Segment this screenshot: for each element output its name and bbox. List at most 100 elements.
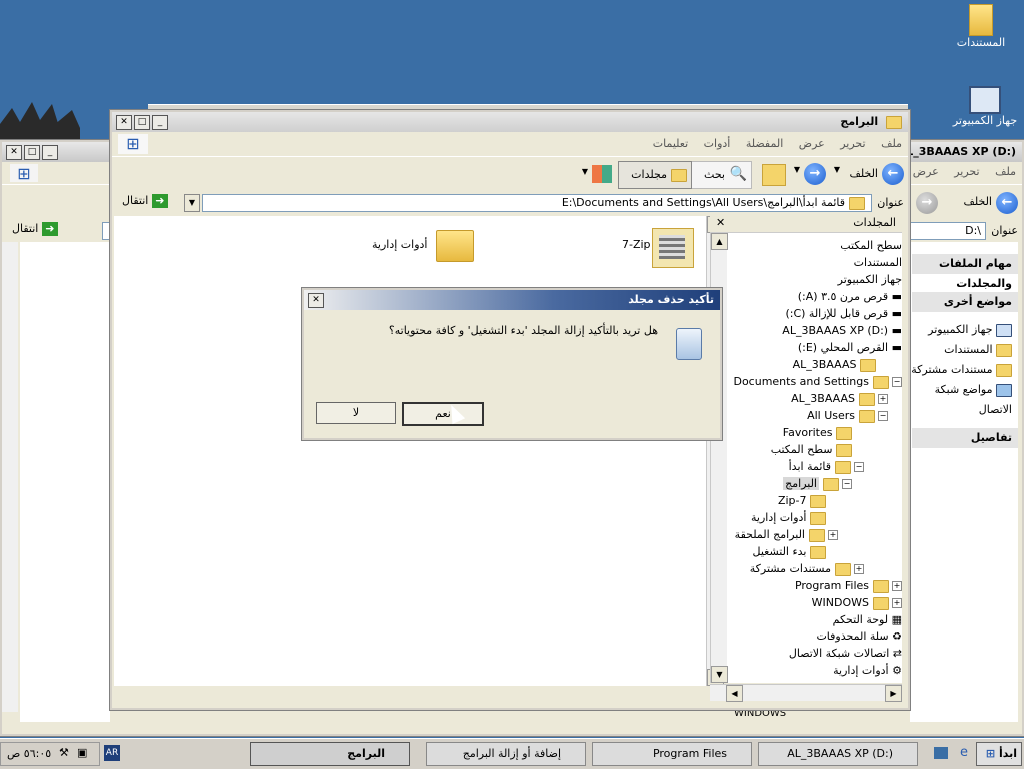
search-button[interactable]: 🔍 بحث	[684, 161, 752, 189]
menu-favorites[interactable]: المفضلة	[746, 137, 783, 150]
back-dropdown-icon[interactable]: ▼	[834, 165, 840, 174]
show-desktop-icon[interactable]	[934, 747, 948, 759]
tree-item[interactable]: + البرامج الملحقة	[735, 526, 838, 543]
menu-file[interactable]: ملف	[995, 165, 1016, 178]
content-item-label[interactable]: أدوات إدارية	[372, 238, 427, 251]
expand-icon[interactable]: +	[878, 394, 888, 404]
folders-button[interactable]: مجلدات	[618, 161, 692, 189]
views-dropdown-icon[interactable]: ▼	[582, 167, 588, 176]
back-arrow-icon[interactable]: ←	[996, 192, 1018, 214]
back-scrollbar[interactable]	[2, 242, 18, 712]
menu-edit[interactable]: تحرير	[954, 165, 979, 178]
7zip-folder-icon[interactable]	[652, 228, 694, 268]
menu-tools[interactable]: أدوات	[704, 137, 731, 150]
expand-icon[interactable]: +	[828, 530, 838, 540]
other-place-my-computer[interactable]: جهاز الكمبيوتر	[910, 320, 1012, 340]
tree-item[interactable]: + Program Files	[795, 577, 902, 594]
start-button[interactable]: ابدأ ⊞	[976, 742, 1022, 766]
language-indicator[interactable]: AR	[104, 745, 120, 761]
back-arrow-icon[interactable]: ←	[882, 163, 904, 185]
address-input[interactable]: E:\Documents and Settings\All Users\قائم…	[202, 194, 872, 212]
tree-item[interactable]: بدء التشغيل	[752, 543, 826, 560]
tree-item[interactable]: − All Users	[807, 407, 888, 424]
maximize-button[interactable]: □	[134, 115, 150, 130]
expand-icon[interactable]: +	[892, 581, 902, 591]
other-place-network[interactable]: مواضع شبكة الاتصال	[910, 380, 1012, 420]
tree-item[interactable]: AL_3BAAAS	[793, 356, 876, 373]
taskbar-button[interactable]: Program Files	[592, 742, 752, 766]
back-button-label[interactable]: الخلف	[849, 167, 878, 180]
yes-button[interactable]: نعم	[402, 402, 484, 426]
other-place-my-documents[interactable]: المستندات	[910, 340, 1012, 360]
taskbar-button[interactable]: إضافة أو إزالة البرامج	[426, 742, 586, 766]
tree-item[interactable]: المستندات	[854, 254, 902, 271]
desktop-icon-my-computer[interactable]: جهاز الكمبيوتر	[950, 86, 1020, 127]
tree-item-selected[interactable]: − البرامج	[783, 475, 852, 492]
close-button[interactable]: ✕	[6, 145, 22, 160]
up-folder-icon[interactable]	[762, 164, 786, 186]
ie-icon[interactable]: e	[960, 745, 968, 760]
tree-item[interactable]: ♻ سلة المحذوفات	[816, 628, 902, 645]
tree-item[interactable]: ⚙ أدوات إدارية	[833, 662, 902, 679]
minimize-button[interactable]: _	[152, 115, 168, 130]
scroll-up-arrow-icon[interactable]: ▲	[711, 233, 728, 250]
views-icon[interactable]	[592, 165, 612, 183]
tree-item[interactable]: ▦ لوحة التحكم	[833, 611, 902, 628]
other-places-header[interactable]: مواضع أخرى	[912, 292, 1018, 312]
forward-dropdown-icon[interactable]: ▼	[794, 165, 800, 174]
scroll-left-arrow-icon[interactable]: ◀	[726, 685, 743, 702]
minimize-button[interactable]: _	[42, 145, 58, 160]
content-item-label[interactable]: 7-Zip	[622, 238, 651, 251]
expand-icon[interactable]: +	[854, 564, 864, 574]
confirm-delete-dialog[interactable]: تأكيد حذف مجلد ✕ هل تريد بالتأكيد إزالة …	[302, 288, 722, 440]
other-place-shared-documents[interactable]: مستندات مشتركة	[910, 360, 1012, 380]
tree-item[interactable]: ▬ قرص قابل للإزالة (C:)	[785, 305, 902, 322]
taskbar-button[interactable]: AL_3BAAAS XP (D:)	[758, 742, 918, 766]
main-window-titlebar[interactable]: البرامج	[112, 112, 908, 132]
tree-item[interactable]: ▬ AL_3BAAAS XP (D:)	[782, 322, 902, 339]
scroll-down-arrow-icon[interactable]: ▼	[711, 666, 728, 683]
tree-item[interactable]: + WINDOWS	[812, 594, 902, 611]
close-button[interactable]: ✕	[116, 115, 132, 130]
tray-tools-icon[interactable]: ⚒	[59, 746, 69, 759]
tree-item[interactable]: ▬ قرص مرن ٣.٥ (A:)	[798, 288, 902, 305]
collapse-icon[interactable]: −	[878, 411, 888, 421]
forward-arrow-icon[interactable]: →	[916, 192, 938, 214]
address-dropdown-icon[interactable]: ▼	[184, 194, 200, 212]
collapse-icon[interactable]: −	[842, 479, 852, 489]
tree-item[interactable]: − Documents and Settings	[733, 373, 902, 390]
collapse-icon[interactable]: −	[892, 377, 902, 387]
taskbar-button-active[interactable]: البرامج	[250, 742, 410, 766]
no-button[interactable]: لا	[316, 402, 396, 424]
tree-item[interactable]: 7-Zip	[778, 492, 826, 509]
menu-view[interactable]: عرض	[799, 137, 825, 150]
menu-edit[interactable]: تحرير	[840, 137, 865, 150]
forward-arrow-icon[interactable]: →	[804, 163, 826, 185]
menu-file[interactable]: ملف	[881, 137, 902, 150]
tree-item[interactable]: Favorites	[783, 424, 852, 441]
go-button[interactable]: ➜ انتقال	[12, 222, 58, 236]
menu-help[interactable]: تعليمات	[653, 137, 688, 150]
desktop-icon-my-documents[interactable]: المستندات	[946, 4, 1016, 49]
tree-item[interactable]: جهاز الكمبيوتر	[838, 271, 902, 288]
tree-item[interactable]: ⇄ اتصالات شبكة الاتصال	[789, 645, 902, 662]
dialog-titlebar[interactable]: تأكيد حذف مجلد	[304, 290, 720, 310]
file-tasks-header[interactable]: مهام الملفات والمجلدات	[912, 254, 1018, 290]
expand-icon[interactable]: +	[892, 598, 902, 608]
folder-icon[interactable]	[436, 230, 474, 262]
scroll-right-arrow-icon[interactable]: ▶	[885, 685, 902, 702]
go-button[interactable]: ➜ انتقال	[122, 194, 168, 208]
tree-item[interactable]: − قائمة ابدأ	[789, 458, 864, 475]
tree-item[interactable]: سطح المكتب	[840, 237, 902, 254]
tree-item[interactable]: ▬ القرص المحلي (E:)	[798, 339, 902, 356]
close-button[interactable]: ✕	[308, 293, 324, 308]
tree-item[interactable]: سطح المكتب	[771, 441, 852, 458]
collapse-icon[interactable]: −	[854, 462, 864, 472]
tree-item[interactable]: + AL_3BAAAS	[791, 390, 888, 407]
maximize-button[interactable]: □	[24, 145, 40, 160]
back-button-label[interactable]: الخلف	[963, 195, 992, 208]
tree-item[interactable]: أدوات إدارية	[751, 509, 826, 526]
menu-view[interactable]: عرض	[913, 165, 939, 178]
tree-item[interactable]: + مستندات مشتركة	[750, 560, 864, 577]
tree-hscrollbar[interactable]: ◀ ▶	[710, 684, 902, 702]
